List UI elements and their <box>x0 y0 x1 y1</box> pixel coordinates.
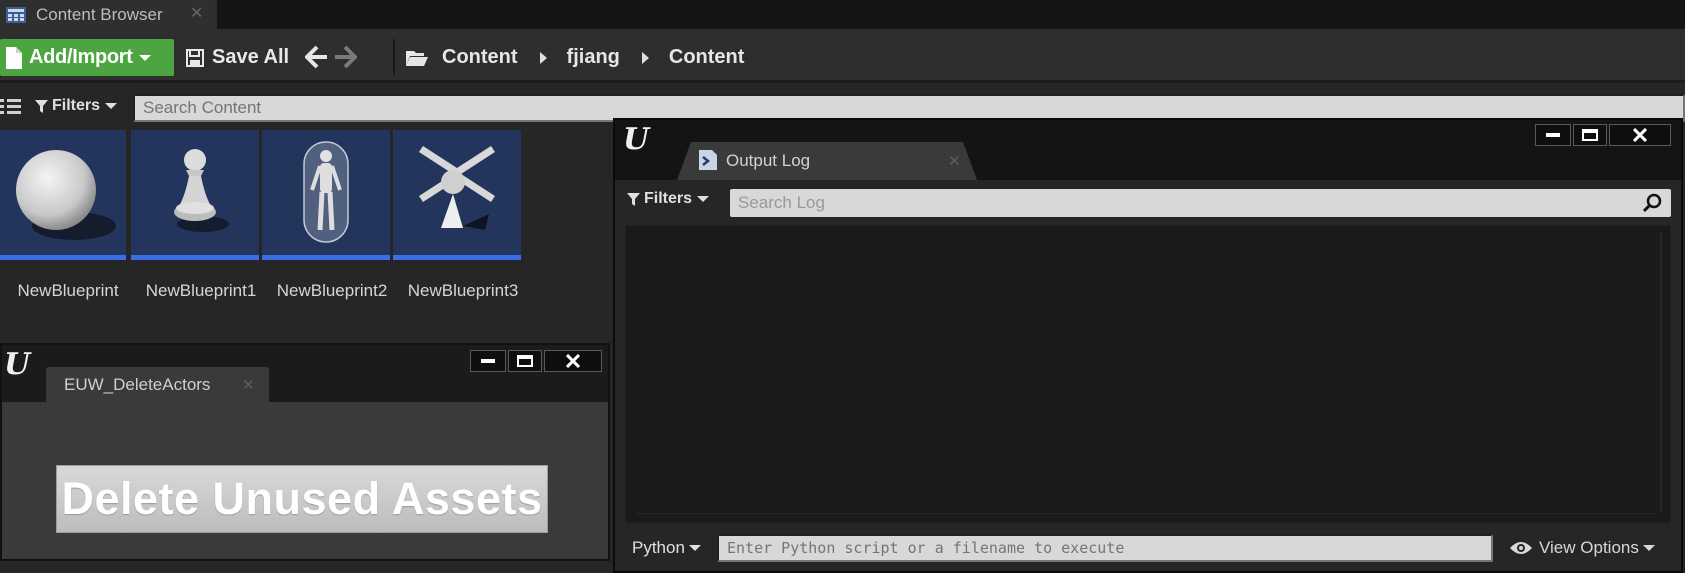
eye-icon <box>1510 542 1532 554</box>
window-controls <box>468 350 602 372</box>
chevron-down-icon <box>1642 545 1655 551</box>
unreal-logo-icon: U <box>623 122 650 157</box>
toolbar-divider <box>393 39 395 75</box>
forward-arrow-icon[interactable] <box>333 43 357 71</box>
save-all-label: Save All <box>212 46 290 68</box>
output-log-panel: Filters Search Log Python Enter Python s… <box>615 180 1681 571</box>
asset-tile[interactable]: NewBlueprint1 <box>131 130 259 300</box>
filters-dropdown[interactable]: Filters <box>35 97 118 115</box>
breadcrumb-item[interactable]: fjiang <box>567 46 620 69</box>
filters-label: Filters <box>52 97 101 114</box>
back-arrow-icon[interactable] <box>305 43 329 71</box>
asset-tile[interactable]: NewBlueprint <box>0 130 126 300</box>
close-window-button[interactable] <box>1609 124 1671 146</box>
log-divider <box>636 513 1656 514</box>
unreal-logo-icon: U <box>4 347 31 382</box>
output-log-frame: U Output Log ✕ Filters Search Log Python… <box>615 120 1681 571</box>
log-scrollbar[interactable] <box>1660 232 1662 512</box>
euw-body: Delete Unused Assets <box>2 402 608 559</box>
search-icon[interactable] <box>1643 193 1663 213</box>
filters-label: Filters <box>644 190 693 207</box>
close-icon <box>566 354 580 368</box>
pawn-icon <box>174 149 229 232</box>
maximize-icon <box>1582 129 1598 141</box>
close-window-button[interactable] <box>544 350 602 372</box>
asset-name: NewBlueprint1 <box>145 281 257 300</box>
save-icon <box>186 48 204 67</box>
content-browser-tabstrip: Content Browser ✕ <box>0 0 1685 29</box>
asset-tile[interactable]: NewBlueprint3 <box>393 130 521 300</box>
command-type-label: Python <box>632 538 685 557</box>
delete-unused-assets-button[interactable]: Delete Unused Assets <box>56 465 548 533</box>
asset-name: NewBlueprint2 <box>276 281 388 300</box>
close-tab-icon[interactable]: ✕ <box>242 376 255 394</box>
asset-thumbnail <box>262 130 390 260</box>
tab-title: Output Log <box>726 151 811 170</box>
tab-title: Content Browser <box>36 4 163 24</box>
search-log-placeholder: Search Log <box>738 193 825 212</box>
minimize-button[interactable] <box>470 350 506 372</box>
output-log-window: U Output Log ✕ Filters Search Log Python… <box>613 118 1683 573</box>
tab-output-log[interactable]: Output Log ✕ <box>677 142 977 180</box>
default-pawn-icon <box>419 146 495 230</box>
folder-open-icon <box>406 50 428 66</box>
search-log-field[interactable]: Search Log <box>730 189 1671 217</box>
tab-title: EUW_DeleteActors <box>64 375 211 394</box>
funnel-icon <box>35 99 48 113</box>
breadcrumb-item[interactable]: Content <box>669 46 745 69</box>
euw-delete-actors-window: U EUW_DeleteActors ✕ Delete Unused Asset… <box>0 343 610 561</box>
content-browser-toolbar: Add/Import Save All Content fjiang Conte… <box>0 29 1685 83</box>
maximize-button[interactable] <box>1573 124 1607 146</box>
add-import-button[interactable]: Add/Import <box>0 39 174 76</box>
maximize-button[interactable] <box>508 350 542 372</box>
minimize-icon <box>1546 133 1560 137</box>
funnel-icon <box>627 192 640 206</box>
window-controls <box>1533 124 1671 146</box>
breadcrumb-separator-icon[interactable] <box>641 51 649 64</box>
view-options-dropdown[interactable]: View Options <box>1509 538 1655 558</box>
asset-name: NewBlueprint3 <box>407 281 519 300</box>
command-bar: Python View Options <box>615 531 1681 567</box>
asset-thumbnail <box>393 130 521 260</box>
minimize-icon <box>481 359 495 363</box>
view-options-list-icon[interactable] <box>0 97 22 115</box>
close-tab-icon[interactable]: ✕ <box>948 152 961 170</box>
content-browser-icon <box>6 6 26 23</box>
breadcrumb-item[interactable]: Content <box>442 46 518 69</box>
asset-thumbnail <box>0 130 126 260</box>
tab-euw-delete-actors[interactable]: EUW_DeleteActors ✕ <box>46 367 269 402</box>
python-command-input[interactable] <box>717 534 1493 562</box>
minimize-button[interactable] <box>1535 124 1571 146</box>
asset-thumbnail <box>131 130 259 260</box>
asset-tile[interactable]: NewBlueprint2 <box>262 130 390 300</box>
breadcrumb-separator-icon[interactable] <box>539 51 547 64</box>
save-all-button[interactable]: Save All <box>186 39 289 76</box>
close-icon <box>1633 128 1647 142</box>
close-tab-icon[interactable]: ✕ <box>190 3 203 23</box>
view-options-label: View Options <box>1539 538 1639 557</box>
tab-content-browser[interactable]: Content Browser ✕ <box>0 0 217 29</box>
filters-dropdown[interactable]: Filters <box>627 190 710 208</box>
command-type-dropdown[interactable]: Python <box>632 538 701 558</box>
chevron-down-icon <box>688 545 701 551</box>
chevron-down-icon <box>697 196 710 202</box>
sphere-icon <box>16 150 116 240</box>
add-import-label: Add/Import <box>29 46 133 68</box>
maximize-icon <box>517 355 533 367</box>
chevron-down-icon <box>138 54 151 61</box>
breadcrumb: Content fjiang Content <box>406 39 744 76</box>
chevron-down-icon <box>105 103 118 109</box>
terminal-icon <box>699 150 717 170</box>
character-icon <box>303 141 349 243</box>
log-output-area[interactable] <box>625 225 1671 523</box>
asset-name: NewBlueprint <box>17 281 119 300</box>
new-document-icon <box>6 46 22 69</box>
